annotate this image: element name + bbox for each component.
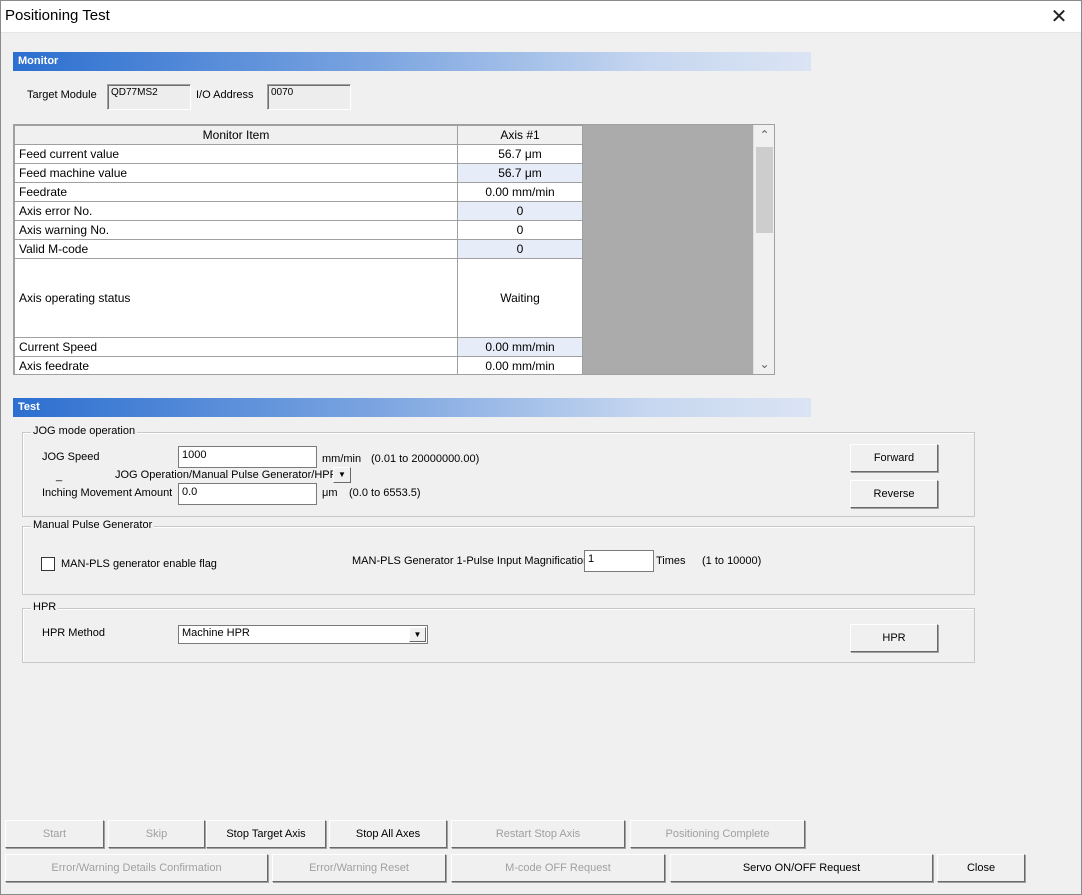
monitor-section-header: Monitor: [13, 52, 811, 71]
table-row: Axis feedrate 0.00 mm/min: [14, 356, 583, 374]
row-value: 56.7 μm: [457, 163, 583, 183]
target-module-field: QD77MS2: [107, 84, 191, 110]
row-item: Axis warning No.: [14, 220, 458, 240]
mpg-group-title: Manual Pulse Generator: [31, 519, 155, 531]
vertical-scrollbar[interactable]: ⌃ ⌄: [753, 125, 774, 374]
row-item: Axis error No.: [14, 201, 458, 221]
monitor-table: Monitor Item Axis #1 Feed current value …: [14, 125, 583, 374]
row-value: 0.00 mm/min: [457, 356, 583, 374]
skip-button[interactable]: Skip: [108, 820, 205, 848]
magnification-range: (1 to 10000): [702, 555, 762, 567]
jog-speed-label: JOG Speed: [42, 451, 100, 463]
io-address-label: I/O Address: [196, 89, 254, 101]
magnification-input[interactable]: 1: [584, 550, 654, 572]
jog-mode-dropdown[interactable]: ▼: [333, 467, 351, 483]
hpr-method-select[interactable]: Machine HPR ▼: [178, 625, 428, 644]
row-value: Waiting: [457, 258, 583, 338]
column-header-axis-1: Axis #1: [457, 125, 583, 145]
row-item: Feedrate: [14, 182, 458, 202]
reverse-button[interactable]: Reverse: [850, 480, 938, 508]
magnification-label: MAN-PLS Generator 1-Pulse Input Magnific…: [352, 555, 590, 567]
row-value: 56.7 μm: [457, 144, 583, 164]
row-item: Current Speed: [14, 337, 458, 357]
row-value: 0.00 mm/min: [457, 337, 583, 357]
chevron-down-icon: ▼: [338, 470, 346, 479]
magnification-unit: Times: [656, 555, 686, 567]
row-value: 0.00 mm/min: [457, 182, 583, 202]
row-item: Feed current value: [14, 144, 458, 164]
window-title: Positioning Test: [5, 7, 110, 24]
row-item: Valid M-code: [14, 239, 458, 259]
jog-group-title: JOG mode operation: [31, 425, 138, 437]
hpr-button[interactable]: HPR: [850, 624, 938, 652]
inching-label: Inching Movement Amount: [42, 487, 173, 499]
row-value: 0: [457, 201, 583, 221]
row-item: Axis feedrate: [14, 356, 458, 374]
stop-target-axis-button[interactable]: Stop Target Axis: [206, 820, 326, 848]
mcode-off-button[interactable]: M-code OFF Request: [451, 854, 665, 882]
inching-unit: μm: [322, 487, 338, 499]
row-item: Feed machine value: [14, 163, 458, 183]
test-section-header: Test: [13, 398, 811, 417]
close-icon[interactable]: ✕: [1036, 0, 1082, 32]
man-pls-enable-checkbox[interactable]: [41, 557, 55, 571]
restart-stop-axis-button[interactable]: Restart Stop Axis: [451, 820, 625, 848]
column-header-monitor-item: Monitor Item: [14, 125, 458, 145]
forward-button[interactable]: Forward: [850, 444, 938, 472]
table-row: Feed machine value 56.7 μm: [14, 163, 583, 183]
stop-all-axes-button[interactable]: Stop All Axes: [329, 820, 447, 848]
table-row: Axis error No. 0: [14, 201, 583, 221]
jog-mode-dash: _: [56, 470, 63, 482]
servo-onoff-button[interactable]: Servo ON/OFF Request: [670, 854, 933, 882]
title-bar: Positioning Test ✕: [0, 0, 1082, 33]
jog-speed-input[interactable]: 1000: [178, 446, 317, 468]
hpr-method-value: Machine HPR: [182, 627, 250, 639]
start-button[interactable]: Start: [5, 820, 104, 848]
row-value: 0: [457, 220, 583, 240]
table-row: Valid M-code 0: [14, 239, 583, 259]
inching-input[interactable]: 0.0: [178, 483, 317, 505]
chevron-down-icon[interactable]: ▼: [409, 627, 426, 642]
monitor-grid[interactable]: Monitor Item Axis #1 Feed current value …: [13, 124, 775, 375]
inching-range: (0.0 to 6553.5): [349, 487, 421, 499]
table-row: Feedrate 0.00 mm/min: [14, 182, 583, 202]
positioning-complete-button[interactable]: Positioning Complete: [630, 820, 805, 848]
target-module-label: Target Module: [27, 89, 97, 101]
man-pls-enable-label: MAN-PLS generator enable flag: [61, 558, 217, 570]
jog-speed-range: (0.01 to 20000000.00): [371, 453, 480, 465]
scroll-thumb[interactable]: [756, 147, 773, 233]
table-row: Feed current value 56.7 μm: [14, 144, 583, 164]
hpr-method-label: HPR Method: [42, 627, 105, 639]
row-value: 0: [457, 239, 583, 259]
scroll-up-icon[interactable]: ⌃: [754, 125, 774, 145]
io-address-field: 0070: [267, 84, 351, 110]
table-row: Current Speed 0.00 mm/min: [14, 337, 583, 357]
error-reset-button[interactable]: Error/Warning Reset: [272, 854, 446, 882]
table-row: Axis operating status Waiting: [14, 258, 583, 338]
table-row: Axis warning No. 0: [14, 220, 583, 240]
scroll-down-icon[interactable]: ⌄: [754, 354, 774, 374]
error-details-button[interactable]: Error/Warning Details Confirmation: [5, 854, 268, 882]
close-button[interactable]: Close: [937, 854, 1025, 882]
hpr-group: HPR: [22, 601, 975, 663]
jog-mode-label: JOG Operation/Manual Pulse Generator/HPR: [115, 469, 338, 481]
jog-speed-unit: mm/min: [322, 453, 362, 465]
row-item: Axis operating status: [14, 258, 458, 338]
hpr-group-title: HPR: [31, 601, 59, 613]
